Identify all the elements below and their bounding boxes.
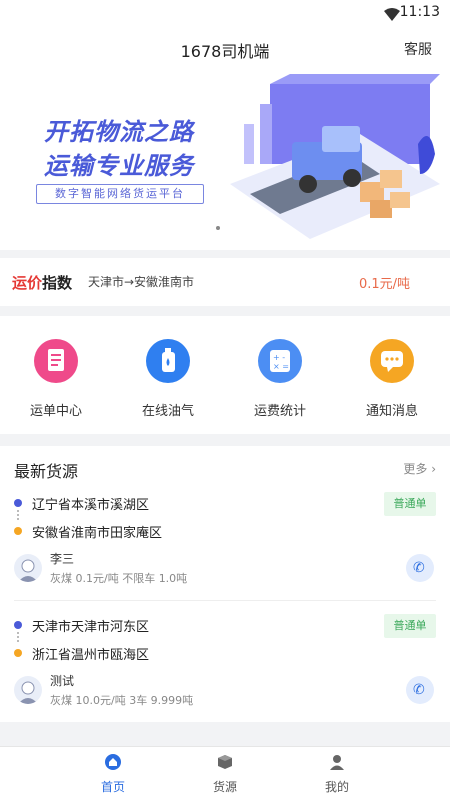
quick-action-notifications[interactable]: 通知消息 [336,336,448,419]
banner-headline-2: 运输专业服务 [44,152,194,180]
promo-banner[interactable]: 开拓物流之路 运输专业服务 数字智能网络货运平台 [0,70,450,250]
quick-action-label: 通知消息 [365,404,418,419]
carousel-indicator[interactable] [216,226,220,230]
divider [14,600,436,601]
route-connector [17,632,19,642]
phone-icon: ✆ [413,560,425,576]
origin-pin-icon [14,498,22,507]
wifi-icon [384,6,400,25]
contact-name: 测试 [50,674,75,688]
banner-subtitle: 数字智能网络货运平台 [36,184,204,204]
section-title: 最新货源 [14,462,79,481]
order-type-badge: 普通单 [384,614,436,638]
destination-pin-icon [14,648,22,657]
box-icon [218,755,232,769]
origin-row: 天津市天津市河东区 [14,616,149,635]
quick-action-fuel[interactable]: 在线油气 [112,336,224,419]
customer-service-button[interactable]: 客服 [404,39,432,59]
origin-row: 辽宁省本溪市溪湖区 [14,494,149,513]
quick-action-label: 运费统计 [253,404,306,419]
more-link[interactable]: 更多 › [403,460,436,477]
fuel-icon [143,336,193,386]
contact-name: 李三 [50,552,75,566]
truck-illustration [230,74,440,248]
latest-cargo-section: 最新货源 更多 › 辽宁省本溪市溪湖区 安徽省淮南市田家庵区 普通单 李三 灰煤… [0,446,450,722]
price-index-logo-a: 运价 [12,274,43,292]
cargo-detail: 灰煤 10.0元/吨 3车 9.999吨 [50,694,194,707]
price-index-route: 天津市→安徽淮南市 [88,275,195,289]
destination-row: 浙江省温州市瓯海区 [14,644,149,663]
chevron-right-icon: › [431,462,436,476]
calculator-icon: + - × = [255,336,305,386]
quick-actions: 运单中心 在线油气 + - × = 运费统计 通知消息 [0,316,450,434]
page-title: 1678司机端 [180,42,270,61]
status-time: 11:13 [399,4,440,20]
bottom-tab-bar: 首页 货源 我的 [0,746,450,800]
destination-address: 浙江省温州市瓯海区 [32,648,150,663]
destination-address: 安徽省淮南市田家庵区 [32,526,163,541]
more-label: 更多 [403,462,428,476]
destination-row: 安徽省淮南市田家庵区 [14,522,162,541]
quick-action-label: 在线油气 [141,404,194,419]
origin-address: 辽宁省本溪市溪湖区 [32,498,150,513]
price-index-bar[interactable]: 运价指数 天津市→安徽淮南市 0.1元/吨 [0,258,450,306]
cargo-card[interactable]: 天津市天津市河东区 浙江省温州市瓯海区 普通单 测试 灰煤 10.0元/吨 3车… [14,614,436,716]
app-header: 1678司机端 客服 [0,26,450,70]
origin-pin-icon [14,620,22,629]
price-index-logo-b: 指数 [42,274,73,292]
svg-text:× =: × = [273,362,289,371]
tab-home[interactable]: 首页 [78,753,148,795]
tab-label: 货源 [212,780,237,794]
svg-text:+ -: + - [273,353,285,362]
home-icon [105,754,121,770]
tab-label: 首页 [100,780,125,794]
price-index-logo: 运价指数 [12,272,72,293]
message-icon [367,336,417,386]
quick-action-waybill[interactable]: 运单中心 [0,336,112,419]
price-index-value: 0.1元/吨 [358,277,410,292]
status-bar: 11:13 [0,0,450,26]
avatar [14,676,42,704]
tab-label: 我的 [324,780,349,794]
tab-profile[interactable]: 我的 [302,753,372,795]
route-connector [17,510,19,520]
tab-cargo[interactable]: 货源 [190,753,260,795]
quick-action-freight-stats[interactable]: + - × = 运费统计 [224,336,336,419]
cargo-detail: 灰煤 0.1元/吨 不限车 1.0吨 [50,572,188,585]
cargo-card[interactable]: 辽宁省本溪市溪湖区 安徽省淮南市田家庵区 普通单 李三 灰煤 0.1元/吨 不限… [14,492,436,594]
avatar [14,554,42,582]
call-button[interactable]: ✆ [406,554,434,582]
banner-headline-1: 开拓物流之路 [44,118,194,146]
destination-pin-icon [14,526,22,535]
origin-address: 天津市天津市河东区 [32,620,150,635]
call-button[interactable]: ✆ [406,676,434,704]
document-icon [31,336,81,386]
user-icon [330,755,344,770]
quick-action-label: 运单中心 [29,404,82,419]
phone-icon: ✆ [413,682,425,698]
order-type-badge: 普通单 [384,492,436,516]
